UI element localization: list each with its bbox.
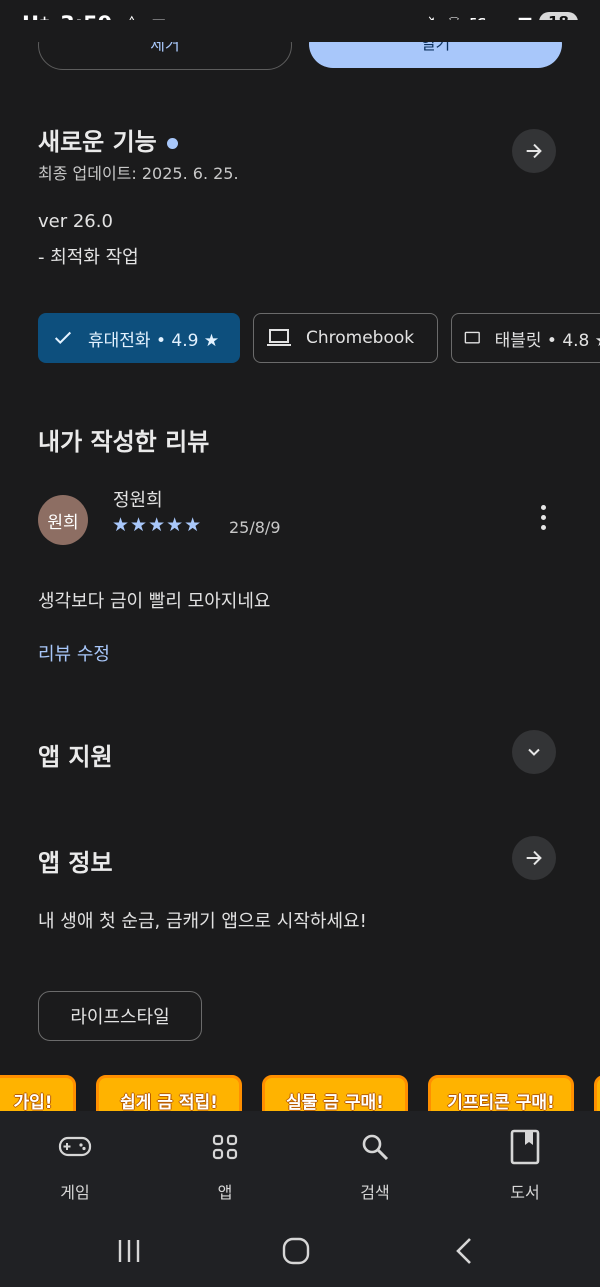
category-tag[interactable]: 라이프스타일 — [38, 991, 202, 1041]
home-icon — [282, 1237, 310, 1265]
back-chevron-icon — [456, 1238, 471, 1264]
avatar: 원희 — [38, 495, 88, 545]
top-fade — [0, 20, 600, 42]
app-support-title: 앱 지원 — [38, 743, 113, 771]
nav-search[interactable]: 검색 — [335, 1127, 415, 1203]
recents-icon — [118, 1240, 140, 1262]
review-text: 생각보다 금이 빨리 모아지네요 — [38, 591, 271, 612]
gamepad-icon — [35, 1127, 115, 1167]
nav-games[interactable]: 게임 — [35, 1127, 115, 1203]
nav-apps-label: 앱 — [217, 1183, 233, 1202]
arrow-right-icon — [526, 850, 542, 866]
recent-apps-button[interactable] — [99, 1233, 159, 1269]
check-icon — [54, 331, 72, 345]
search-icon — [335, 1127, 415, 1167]
edit-review-link[interactable]: 리뷰 수정 — [38, 640, 110, 666]
review-more-menu-button[interactable] — [528, 505, 558, 537]
nav-books-label: 도서 — [510, 1183, 540, 1202]
more-vert-icon — [540, 505, 546, 530]
app-info-arrow-button[interactable] — [512, 836, 556, 880]
whats-new-title: 새로운 기능 — [38, 122, 178, 157]
review-stars: ★★★★★ — [112, 514, 203, 536]
book-icon — [485, 1127, 565, 1167]
bottom-navigation: 게임 앱 검색 도서 — [0, 1111, 600, 1215]
chip-tablet[interactable]: 태블릿 • 4.8 ★ — [451, 313, 600, 363]
review-date: 25/8/9 — [229, 518, 281, 537]
my-review-title: 내가 작성한 리뷰 — [38, 428, 210, 456]
release-note: - 최적화 작업 — [38, 247, 139, 268]
home-button[interactable] — [266, 1233, 326, 1269]
chip-chromebook-label: Chromebook — [306, 328, 415, 348]
chip-chromebook[interactable]: Chromebook — [253, 313, 438, 363]
nav-games-label: 게임 — [60, 1183, 90, 1202]
chevron-down-icon — [528, 748, 540, 756]
back-button[interactable] — [434, 1233, 494, 1269]
nav-search-label: 검색 — [360, 1183, 390, 1202]
whats-new-title-text: 새로운 기능 — [38, 128, 157, 156]
review-author: 정원희 — [113, 490, 163, 511]
nav-apps[interactable]: 앱 — [185, 1127, 265, 1203]
last-updated: 최종 업데이트: 2025. 6. 25. — [38, 164, 239, 183]
system-navigation-bar — [0, 1215, 600, 1287]
nav-books[interactable]: 도서 — [485, 1127, 565, 1203]
chip-tablet-label: 태블릿 • 4.8 ★ — [494, 330, 600, 351]
apps-grid-icon — [185, 1127, 265, 1167]
tablet-icon — [464, 331, 480, 344]
whats-new-arrow-button[interactable] — [512, 129, 556, 173]
arrow-right-icon — [526, 143, 542, 159]
new-dot-icon — [166, 137, 178, 149]
app-support-expand-button[interactable] — [512, 730, 556, 774]
chip-phone[interactable]: 휴대전화 • 4.9 ★ — [38, 313, 240, 363]
chip-phone-label: 휴대전화 • 4.9 ★ — [88, 330, 220, 351]
laptop-icon — [267, 329, 291, 346]
app-info-title: 앱 정보 — [38, 849, 113, 877]
version-text: ver 26.0 — [38, 211, 113, 232]
app-description: 내 생애 첫 순금, 금캐기 앱으로 시작하세요! — [38, 911, 367, 932]
